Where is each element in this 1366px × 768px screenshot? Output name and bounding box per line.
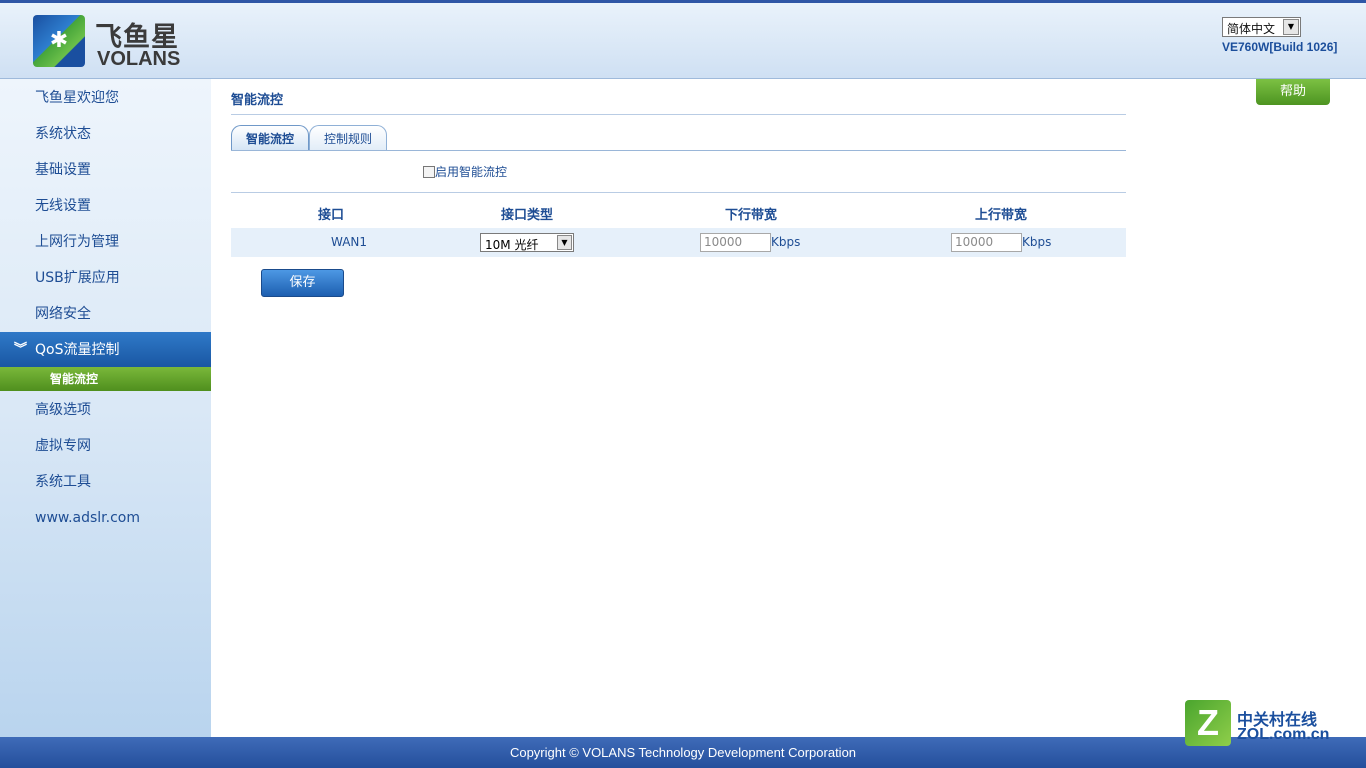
divider (231, 114, 1126, 115)
main-content: 智能流控 帮助 智能流控 控制规则 启用智能流控 接口 接口类型 下行带宽 上行… (211, 79, 1366, 737)
volans-logo[interactable]: ✱ 飞鱼星 VOLANS (33, 15, 193, 71)
downlink-bandwidth-input[interactable]: 10000 (700, 233, 771, 252)
zol-logo-icon: Z (1185, 700, 1231, 746)
footer-copyright: Copyright © VOLANS Technology Developmen… (0, 737, 1366, 768)
sidebar-item-qos[interactable]: ︾ QoS流量控制 (0, 332, 211, 368)
enable-smart-flow-row: 启用智能流控 (423, 163, 507, 180)
header: ✱ 飞鱼星 VOLANS 简体中文 ▼ VE760W[Build 1026] (0, 0, 1366, 79)
column-header-uplink-bandwidth: 上行带宽 (974, 208, 1027, 223)
column-header-interface: 接口 (317, 208, 344, 223)
sidebar-item-behavior-management[interactable]: 上网行为管理 (0, 224, 211, 260)
sidebar: 飞鱼星欢迎您 系统状态 基础设置 无线设置 上网行为管理 USB扩展应用 网络安… (0, 79, 211, 737)
interface-name: WAN1 (331, 235, 368, 249)
sidebar-item-label: QoS流量控制 (35, 342, 120, 358)
divider (231, 192, 1126, 193)
page-title: 智能流控 (231, 93, 284, 108)
sidebar-item-network-security[interactable]: 网络安全 (0, 296, 211, 332)
language-select[interactable]: 简体中文 ▼ (1222, 17, 1301, 37)
sidebar-item-system-status[interactable]: 系统状态 (0, 116, 211, 152)
interface-type-value: 10M 光纤 (485, 238, 539, 252)
watermark-text-en: ZOL.com.cn (1237, 726, 1330, 743)
tab-divider (231, 150, 1126, 151)
enable-smart-flow-label: 启用智能流控 (435, 165, 508, 179)
column-header-downlink-bandwidth: 下行带宽 (724, 208, 777, 223)
sidebar-item-advanced-options[interactable]: 高级选项 (0, 392, 211, 428)
sidebar-item-website-link[interactable]: www.adslr.com (0, 500, 211, 536)
firmware-version: VE760W[Build 1026] (1222, 40, 1338, 54)
table-row: WAN1 10M 光纤 ▼ 10000 Kbps 10000 Kbps (231, 228, 1126, 257)
language-value: 简体中文 (1227, 22, 1276, 36)
interface-type-select[interactable]: 10M 光纤 ▼ (480, 233, 574, 252)
column-header-interface-type: 接口类型 (500, 208, 553, 223)
chevron-down-icon: ▼ (1283, 19, 1299, 35)
logo-mark-icon: ✱ (33, 15, 85, 67)
sidebar-item-wireless-settings[interactable]: 无线设置 (0, 188, 211, 224)
sidebar-item-system-tools[interactable]: 系统工具 (0, 464, 211, 500)
sidebar-item-welcome[interactable]: 飞鱼星欢迎您 (0, 80, 211, 116)
tab-smart-flow-control[interactable]: 智能流控 (231, 125, 309, 150)
tab-control-rules[interactable]: 控制规则 (309, 125, 387, 150)
uplink-unit: Kbps (1022, 235, 1052, 249)
enable-smart-flow-checkbox[interactable] (423, 166, 435, 178)
zol-watermark: Z 中关村在线 ZOL.com.cn (1185, 700, 1355, 748)
sidebar-item-vpn[interactable]: 虚拟专网 (0, 428, 211, 464)
sidebar-subitem-smart-flow-control[interactable]: 智能流控 (0, 367, 211, 391)
double-chevron-down-icon: ︾ (14, 342, 28, 357)
uplink-bandwidth-input[interactable]: 10000 (951, 233, 1022, 252)
sidebar-item-usb-apps[interactable]: USB扩展应用 (0, 260, 211, 296)
sidebar-item-basic-settings[interactable]: 基础设置 (0, 152, 211, 188)
logo-text-en: VOLANS (97, 48, 181, 70)
help-button[interactable]: 帮助 (1256, 79, 1330, 105)
save-button[interactable]: 保存 (261, 269, 344, 297)
chevron-down-icon: ▼ (557, 235, 572, 250)
downlink-unit: Kbps (771, 235, 801, 249)
